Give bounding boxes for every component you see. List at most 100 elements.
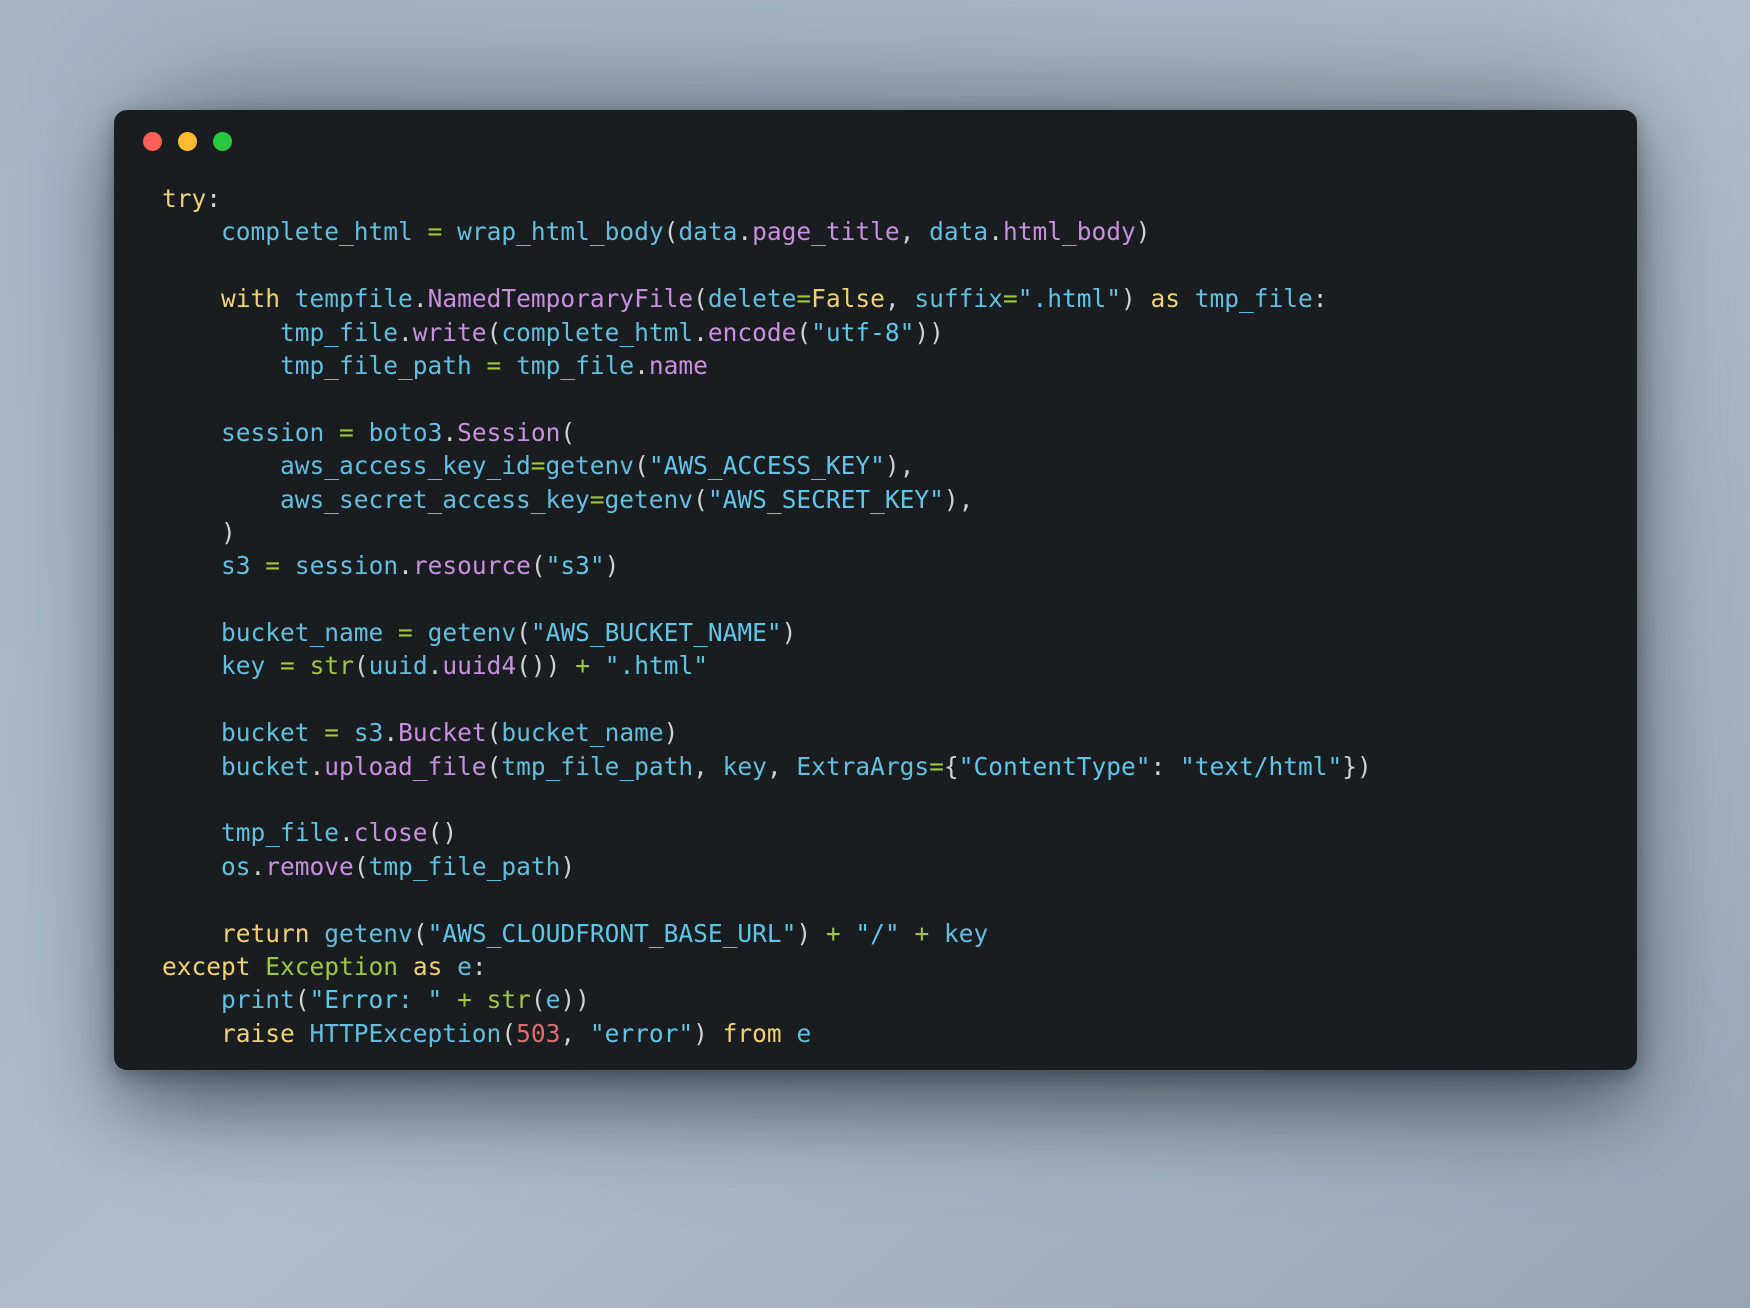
- code-token-pun: [280, 284, 295, 313]
- code-token-attr: encode: [707, 317, 797, 347]
- code-line: with tempfile.NamedTemporaryFile(delete=…: [162, 282, 1637, 315]
- code-token-pun: [162, 852, 221, 881]
- code-line: ): [162, 516, 1637, 549]
- code-token-pun: ),: [884, 451, 915, 481]
- code-token-pun: [472, 351, 487, 380]
- code-token-pun: .: [339, 818, 354, 848]
- code-token-pun: (): [427, 818, 458, 848]
- code-block[interactable]: try: complete_html = wrap_html_body(data…: [114, 172, 1637, 1050]
- code-token-pun: .: [412, 284, 428, 314]
- code-token-pun: .: [398, 551, 413, 581]
- code-token-op: =: [339, 417, 354, 447]
- code-token-id: e: [796, 1018, 812, 1048]
- minimize-icon[interactable]: [178, 131, 197, 151]
- code-token-str: "AWS_CLOUDFRONT_BASE_URL": [427, 918, 797, 948]
- code-token-kw: try: [162, 184, 207, 213]
- code-token-attr: page_title: [752, 217, 900, 247]
- code-token-pun: [590, 651, 605, 680]
- code-token-id: aws_access_key_id: [280, 451, 531, 481]
- code-token-str: "AWS_ACCESS_KEY": [648, 451, 885, 481]
- code-token-id: print: [221, 985, 295, 1015]
- code-token-op: =: [280, 651, 295, 681]
- code-token-pun: ): [162, 517, 236, 547]
- code-line: s3 = session.resource("s3"): [162, 549, 1637, 582]
- code-token-id: tmp_file_path: [280, 350, 472, 380]
- code-token-attr: Bucket: [398, 718, 487, 748]
- code-token-id: tmp_file_path: [501, 751, 694, 781]
- code-token-pun: :: [1312, 284, 1328, 314]
- code-token-id: e: [457, 951, 472, 981]
- code-token-id: e: [545, 985, 561, 1015]
- code-token-str: "utf-8": [811, 317, 915, 347]
- code-token-pun: ): [781, 618, 797, 648]
- code-token-pun: (: [486, 751, 502, 781]
- code-token-kw: as: [412, 951, 443, 981]
- code-token-pun: [339, 718, 354, 747]
- code-line: raise HTTPException(503, "error") from e: [162, 1017, 1637, 1050]
- code-line: aws_secret_access_key=getenv("AWS_SECRET…: [162, 483, 1637, 516]
- code-token-pun: .: [250, 851, 266, 881]
- code-token-pun: :: [1150, 751, 1180, 781]
- code-token-pun: [782, 1019, 797, 1048]
- code-token-pun: [900, 919, 915, 948]
- code-token-pun: .: [427, 651, 443, 681]
- code-token-pun: ): [663, 718, 679, 748]
- code-token-pun: [162, 618, 221, 647]
- code-token-op: +: [825, 918, 841, 948]
- maximize-icon[interactable]: [213, 131, 232, 151]
- code-token-attr: html_body: [1002, 217, 1136, 247]
- code-line: try:: [162, 182, 1637, 215]
- code-token-id: bucket: [221, 751, 310, 781]
- code-line: os.remove(tmp_file_path): [162, 850, 1637, 883]
- code-line: tmp_file_path = tmp_file.name: [162, 349, 1637, 382]
- code-token-pun: ,: [766, 751, 797, 781]
- code-token-attr: NamedTemporaryFile: [427, 284, 694, 314]
- code-line: tmp_file.write(complete_html.encode("utf…: [162, 316, 1637, 349]
- code-token-attr: remove: [265, 851, 354, 881]
- code-token-str: "error": [589, 1018, 694, 1048]
- code-token-kw: raise: [221, 1018, 295, 1048]
- code-token-pun: (: [294, 985, 310, 1015]
- code-token-op: =: [398, 618, 413, 648]
- code-token-op: =: [1002, 284, 1018, 314]
- code-token-id: getenv: [324, 918, 413, 948]
- code-token-pun: [1180, 284, 1195, 313]
- code-token-pun: [708, 1019, 723, 1048]
- code-token-pun: (: [501, 1018, 517, 1048]
- code-token-pun: [560, 651, 575, 680]
- code-line: bucket = s3.Bucket(bucket_name): [162, 716, 1637, 749]
- code-line: complete_html = wrap_html_body(data.page…: [162, 215, 1637, 248]
- code-token-pun: (: [412, 918, 428, 948]
- code-token-id: wrap_html_body: [457, 217, 664, 247]
- code-token-kw: from: [722, 1018, 782, 1048]
- code-token-pun: [162, 418, 221, 447]
- code-token-pun: [162, 985, 221, 1014]
- code-token-pun: [324, 418, 339, 447]
- code-token-id: key: [722, 751, 767, 781]
- code-token-id: HTTPException: [309, 1018, 502, 1048]
- code-token-pun: ): [604, 551, 620, 581]
- code-token-str: "text/html": [1179, 751, 1343, 781]
- code-token-op: =: [427, 217, 443, 247]
- code-line: print("Error: " + str(e)): [162, 983, 1637, 1016]
- code-token-pun: ,: [884, 284, 915, 314]
- code-token-pun: .: [634, 350, 649, 380]
- code-token-pun: [162, 752, 221, 781]
- code-token-pun: [929, 919, 944, 948]
- code-token-id: tmp_file: [280, 317, 399, 347]
- code-token-bi: Exception: [265, 951, 399, 981]
- code-token-attr: Session: [457, 417, 561, 447]
- code-token-pun: [398, 952, 413, 981]
- close-icon[interactable]: [143, 131, 162, 151]
- code-line: bucket_name = getenv("AWS_BUCKET_NAME"): [162, 616, 1637, 649]
- code-token-id: session: [294, 551, 399, 581]
- code-token-pun: [413, 217, 428, 246]
- code-token-pun: [162, 451, 280, 480]
- code-token-pun: .: [737, 217, 753, 247]
- code-token-attr: upload_file: [324, 751, 487, 781]
- code-token-pun: ,: [899, 217, 930, 247]
- code-token-id: getenv: [604, 484, 694, 514]
- code-token-id: session: [221, 417, 325, 447]
- code-token-pun: (: [486, 317, 502, 347]
